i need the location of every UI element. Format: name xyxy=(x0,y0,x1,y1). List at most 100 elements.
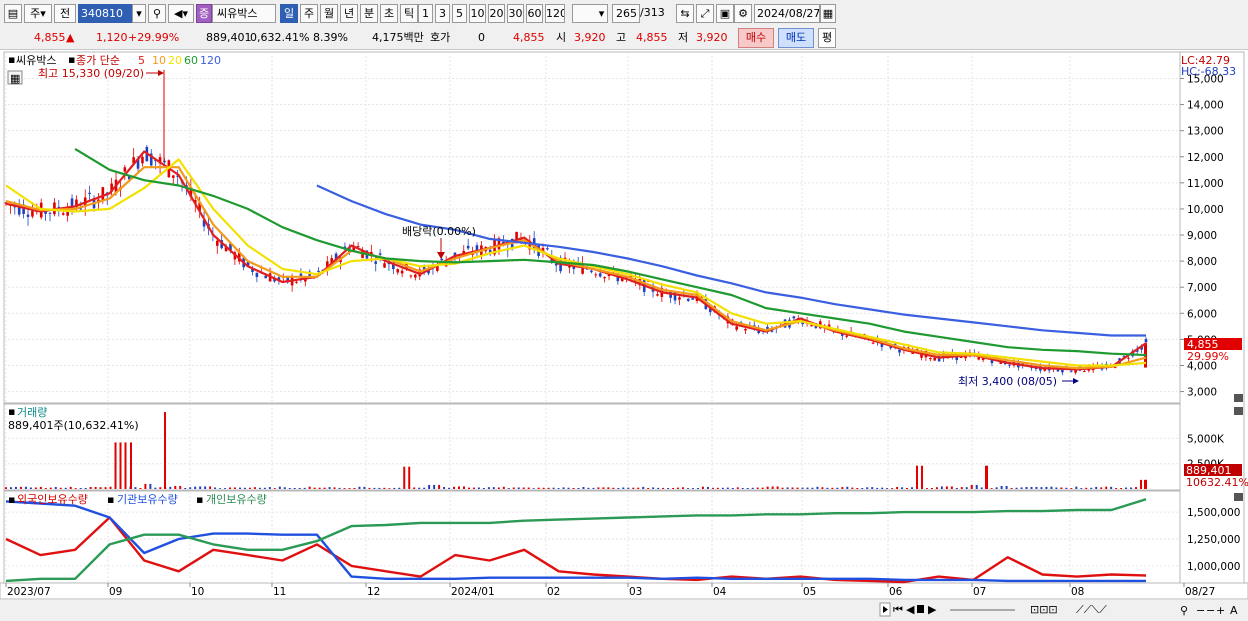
price-close-icon[interactable] xyxy=(1234,394,1243,402)
volume-bar xyxy=(482,488,485,489)
time-tick-label: 12 xyxy=(367,586,380,598)
volume-bar xyxy=(771,486,774,489)
buy-button[interactable]: 매수 xyxy=(738,28,774,48)
forward-icon[interactable]: ▶ xyxy=(928,603,937,616)
market-type-select[interactable]: 주▾ xyxy=(24,4,52,23)
period-button-2[interactable]: 월 xyxy=(320,4,338,23)
volume-bar xyxy=(99,487,102,489)
interval-button-0[interactable]: 1 xyxy=(418,4,433,23)
auto-scale-icon[interactable]: A xyxy=(1230,604,1238,617)
date-input[interactable]: 2024/08/27 xyxy=(754,4,820,23)
rewind-icon[interactable]: ⏮ xyxy=(893,603,903,616)
volume-bar xyxy=(920,465,923,489)
period-button-6[interactable]: 틱 xyxy=(400,4,418,23)
volume-bar xyxy=(1015,487,1018,489)
speaker-icon[interactable]: ◀▾ xyxy=(168,4,194,23)
bid-value: 0 xyxy=(478,31,485,44)
search-icon[interactable]: ⚲ xyxy=(148,4,166,23)
period-button-4[interactable]: 분 xyxy=(360,4,378,23)
interval-button-1[interactable]: 3 xyxy=(435,4,450,23)
volume-bar xyxy=(960,487,963,489)
volume-bar xyxy=(467,487,470,489)
volume-bar xyxy=(726,487,729,489)
volume-bar xyxy=(458,486,461,489)
volume-bar xyxy=(876,487,879,489)
code-dropdown-icon[interactable]: ▾ xyxy=(132,4,146,23)
period-button-5[interactable]: 초 xyxy=(380,4,398,23)
calendar-icon[interactable]: ▦ xyxy=(820,4,836,23)
save-icon[interactable]: ▣ xyxy=(716,4,734,23)
interval-button-3[interactable]: 10 xyxy=(469,4,486,23)
volume-bar xyxy=(1060,487,1063,489)
prev-button[interactable]: 전 xyxy=(54,4,76,23)
sell-button[interactable]: 매도 xyxy=(778,28,814,48)
interval-button-2[interactable]: 5 xyxy=(452,4,467,23)
volume-close-icon[interactable] xyxy=(1234,407,1243,415)
crosshair-icon[interactable]: ⤢ xyxy=(696,4,714,23)
volume-bar xyxy=(682,487,685,489)
volume-bar xyxy=(243,487,246,489)
stock-code-input[interactable]: 340810 xyxy=(78,4,132,23)
time-tick-label: 2024/01 xyxy=(451,586,495,598)
window-menu-icon[interactable]: ▤ xyxy=(4,4,22,23)
time-tick-label: 06 xyxy=(889,586,903,598)
time-tick-label: 09 xyxy=(109,586,122,598)
volume-bar xyxy=(587,487,590,489)
interval-button-5[interactable]: 30 xyxy=(507,4,524,23)
zoom-out-icon[interactable]: − xyxy=(1196,604,1205,617)
market-type-label: 주 xyxy=(30,7,41,20)
volume-bar xyxy=(662,487,665,489)
drawing-icons[interactable]: ⟋⟋⟍⟋ xyxy=(1076,603,1107,616)
period-button-3[interactable]: 년 xyxy=(340,4,358,23)
volume-bar xyxy=(776,486,779,489)
dividend-annotation: 배당락(0.00%) xyxy=(402,225,476,238)
interval-button-7[interactable]: 120 xyxy=(545,4,565,23)
volume-bar xyxy=(253,487,256,489)
interval-button-6[interactable]: 60 xyxy=(526,4,543,23)
gear-icon[interactable]: ⚙ xyxy=(734,4,752,23)
link-icon[interactable]: ⇆ xyxy=(676,4,694,23)
ma-label: 종가 단순 xyxy=(76,54,120,67)
stop-icon[interactable] xyxy=(917,605,924,613)
volume-bar xyxy=(373,487,376,489)
tool-icons[interactable]: ⊡⊡⊡ xyxy=(1030,603,1058,616)
stock-name-field[interactable]: 씨유박스 xyxy=(212,4,276,23)
volume-panel-menu-icon[interactable]: ▪ xyxy=(8,405,15,418)
price-tick-label: 3,000 xyxy=(1187,387,1217,399)
interval-dropdown-icon[interactable]: ▾ xyxy=(596,4,608,23)
stock-chart[interactable]: 3,0004,0005,0006,0007,0008,0009,00010,00… xyxy=(0,50,1248,621)
minus-icon[interactable]: − xyxy=(1206,604,1215,617)
volume-bar xyxy=(816,486,819,489)
holdings-bullet-icon: ▪ xyxy=(8,493,15,506)
status-bar xyxy=(0,600,1248,621)
plus-icon[interactable]: + xyxy=(1216,604,1225,617)
panel-menu-icon[interactable]: ▪ xyxy=(8,53,15,66)
price-tick-label: 13,000 xyxy=(1187,126,1224,138)
volume-bar xyxy=(736,487,739,489)
candle-body xyxy=(735,326,738,330)
volume-bar xyxy=(1120,487,1123,489)
candle-body xyxy=(845,335,848,337)
volume-bar xyxy=(333,487,336,489)
volume-bar xyxy=(89,486,92,489)
volume-bar xyxy=(59,487,62,489)
volume-bar xyxy=(1115,487,1118,489)
interval-button-4[interactable]: 20 xyxy=(488,4,505,23)
avg-button[interactable]: 평 xyxy=(818,28,836,48)
volume-bar xyxy=(622,487,625,489)
count-input[interactable]: 265 xyxy=(612,4,640,23)
period-button-1[interactable]: 주 xyxy=(300,4,318,23)
holdings-close-icon[interactable] xyxy=(1234,493,1243,501)
volume-bar xyxy=(811,487,814,489)
back-icon[interactable]: ◀ xyxy=(906,603,915,616)
time-tick-label: 08 xyxy=(1071,586,1084,598)
holdings-tick-label: 1,250,000 xyxy=(1187,534,1240,546)
volume-bar xyxy=(433,484,436,489)
count-total: /313 xyxy=(640,6,665,19)
volume-bar xyxy=(363,486,366,489)
zoom-in-icon[interactable]: ⚲ xyxy=(1180,604,1188,617)
period-button-0[interactable]: 일 xyxy=(280,4,298,23)
volume-bar xyxy=(721,487,724,489)
volume-bar xyxy=(19,486,22,489)
volume-bar xyxy=(667,488,670,489)
